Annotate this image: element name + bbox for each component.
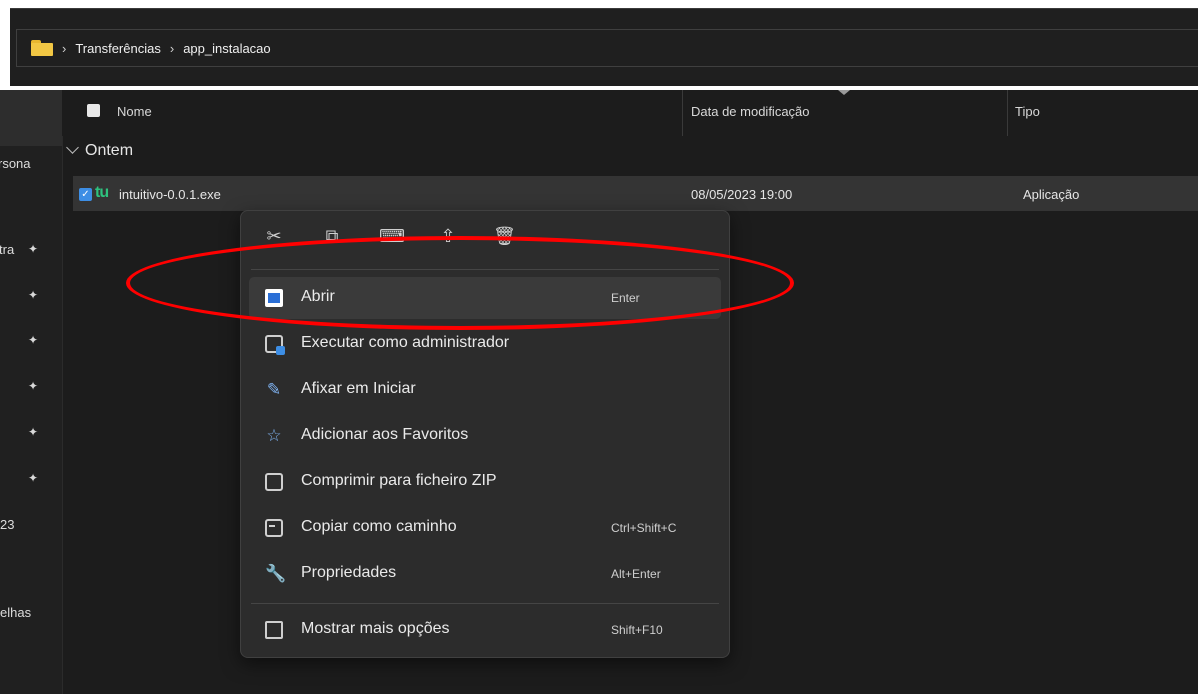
- group-label: Ontem: [85, 142, 134, 159]
- menu-item-label: Afixar em Iniciar: [301, 380, 416, 397]
- nav-selected-item[interactable]: [0, 90, 62, 146]
- star-icon: ☆: [266, 426, 282, 445]
- menu-item-label: Propriedades: [301, 564, 397, 581]
- file-name[interactable]: intuitivo-0.0.1.exe: [119, 187, 221, 202]
- chevron-down-icon[interactable]: [66, 141, 79, 154]
- highlight-ellipse: [126, 236, 794, 330]
- nav-item-personal[interactable]: rsona: [0, 156, 31, 171]
- file-type: Aplicação: [1023, 187, 1080, 202]
- menu-item-add-favorites[interactable]: ☆ Adicionar aos Favoritos: [249, 415, 721, 457]
- sort-caret-icon: [838, 90, 850, 95]
- column-divider[interactable]: [1007, 90, 1008, 136]
- menu-item-shortcut: Alt+Enter: [611, 567, 661, 581]
- menu-separator: [251, 603, 719, 604]
- file-row[interactable]: ✓ tu intuitivo-0.0.1.exe 08/05/2023 19:0…: [73, 176, 1198, 211]
- chevron-right-icon[interactable]: ›: [170, 41, 174, 56]
- menu-item-label: Adicionar aos Favoritos: [301, 426, 469, 443]
- menu-item-label: Copiar como caminho: [301, 518, 457, 535]
- pin-icon: ✦: [28, 471, 39, 485]
- menu-item-label: Comprimir para ficheiro ZIP: [301, 472, 497, 489]
- admin-icon: [265, 335, 285, 355]
- select-all-checkbox[interactable]: [87, 104, 100, 117]
- menu-item-label: Executar como administrador: [301, 334, 510, 351]
- menu-item-show-more-options[interactable]: Mostrar mais opções Shift+F10: [249, 609, 721, 651]
- pin-icon: ✦: [28, 333, 39, 347]
- column-type[interactable]: Tipo: [1015, 104, 1040, 119]
- address-bar[interactable]: › Transferências › app_instalacao: [10, 8, 1198, 86]
- menu-item-shortcut: Shift+F10: [611, 623, 663, 637]
- pin-icon: ✦: [28, 242, 39, 256]
- column-name[interactable]: Nome: [117, 104, 152, 119]
- navigation-pane[interactable]: rsona tra ✦ ✦ ✦ ✦ ✦ ✦ 23 elhas: [0, 90, 63, 694]
- pin-icon: ✎: [266, 380, 282, 399]
- column-divider[interactable]: [682, 90, 683, 136]
- column-header: Nome Data de modificação Tipo: [62, 90, 1198, 136]
- pin-icon: ✦: [28, 288, 39, 302]
- group-header-yesterday[interactable]: Ontem: [62, 141, 134, 160]
- menu-item-label: Mostrar mais opções: [301, 620, 450, 637]
- menu-item-shortcut: Ctrl+Shift+C: [611, 521, 677, 535]
- more-options-icon: [265, 621, 283, 639]
- breadcrumb-transferencias[interactable]: Transferências: [75, 41, 161, 56]
- chevron-right-icon[interactable]: ›: [62, 41, 66, 56]
- row-checkbox[interactable]: ✓: [79, 188, 92, 201]
- menu-item-copy-as-path[interactable]: Copiar como caminho Ctrl+Shift+C: [249, 507, 721, 549]
- pin-icon: ✦: [28, 425, 39, 439]
- wrench-icon: 🔧: [265, 564, 287, 583]
- nav-item-date[interactable]: 23: [0, 517, 14, 532]
- menu-item-properties[interactable]: 🔧 Propriedades Alt+Enter: [249, 553, 721, 595]
- app-icon: tu: [95, 184, 109, 201]
- breadcrumb[interactable]: › Transferências › app_instalacao: [16, 29, 1198, 67]
- nav-item-quick-access[interactable]: tra: [0, 242, 14, 257]
- breadcrumb-app-instalacao[interactable]: app_instalacao: [183, 41, 270, 56]
- nav-item-folder[interactable]: elhas: [0, 605, 31, 620]
- column-date-modified[interactable]: Data de modificação: [691, 104, 810, 119]
- zip-icon: [265, 473, 283, 491]
- pin-icon: ✦: [28, 379, 39, 393]
- menu-item-compress-zip[interactable]: Comprimir para ficheiro ZIP: [249, 461, 721, 503]
- file-date: 08/05/2023 19:00: [691, 187, 793, 202]
- folder-icon: [31, 40, 53, 56]
- menu-item-pin-to-start[interactable]: ✎ Afixar em Iniciar: [249, 369, 721, 411]
- path-icon: [265, 519, 283, 537]
